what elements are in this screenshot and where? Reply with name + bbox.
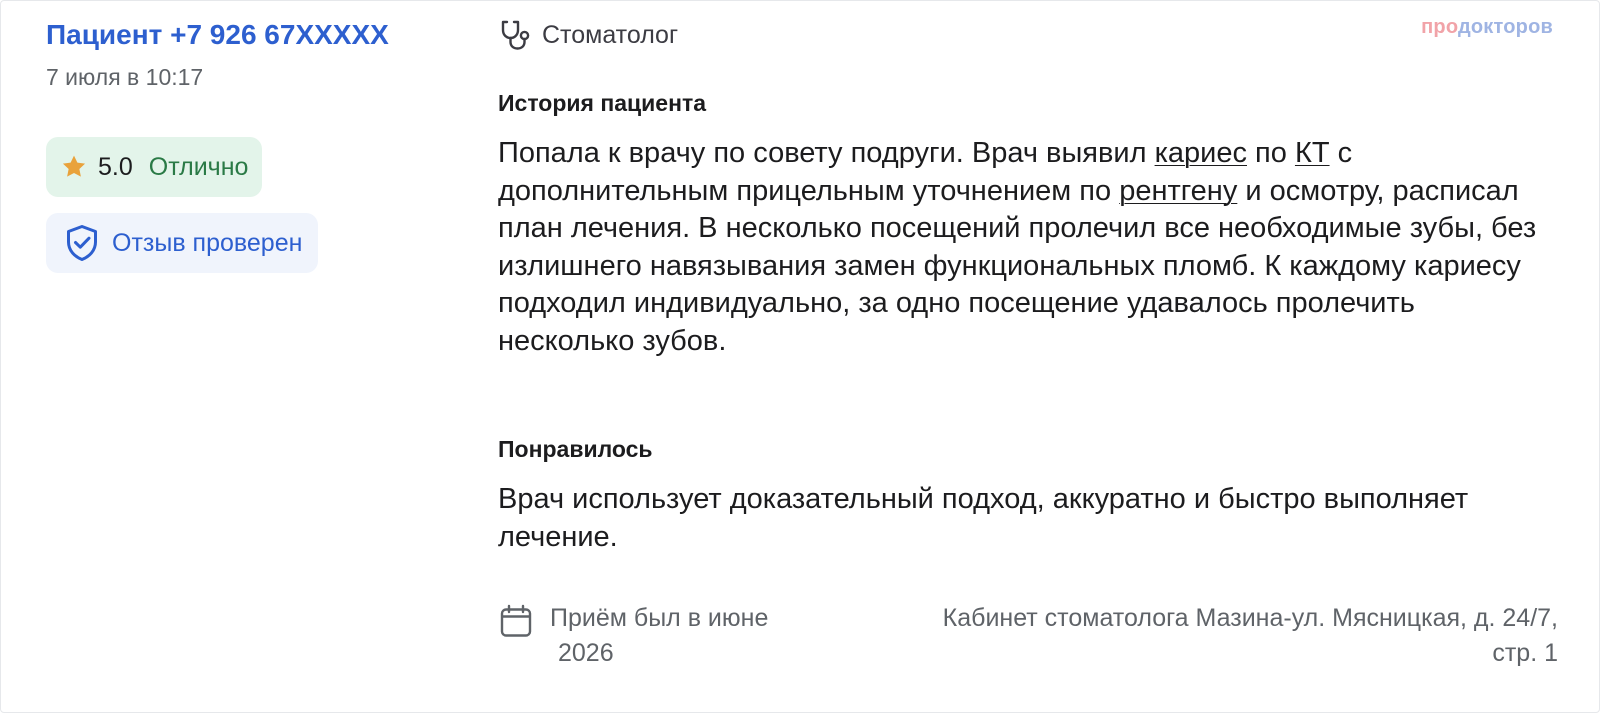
liked-title: Понравилось xyxy=(498,436,653,462)
visit-date-line1: Приём был в июне xyxy=(550,604,769,632)
shield-check-icon xyxy=(62,223,102,263)
history-title: История пациента xyxy=(498,90,707,116)
visit-info: Приём был в июне 2026 xyxy=(498,601,810,671)
term-link-ct[interactable]: КТ xyxy=(1295,137,1330,169)
stethoscope-icon xyxy=(498,18,532,52)
clinic-link[interactable]: Кабинет стоматолога Мазина-ул. Мясницкая… xyxy=(918,601,1558,671)
history-text: Попала к врачу по совету подруги. Врач в… xyxy=(498,135,1558,360)
specialty-label[interactable]: Стоматолог xyxy=(542,21,678,50)
review-date: 7 июля в 10:17 xyxy=(46,64,204,90)
term-link-caries[interactable]: кариес xyxy=(1155,137,1247,169)
verified-label: Отзыв проверен xyxy=(112,229,303,257)
term-link-xray[interactable]: рентгену xyxy=(1119,175,1237,207)
calendar-icon xyxy=(498,603,534,639)
history-text-part: Попала к врачу по совету подруги. Врач в… xyxy=(498,137,1155,169)
star-icon xyxy=(60,153,88,181)
liked-text: Врач использует доказательный подход, ак… xyxy=(498,483,1469,553)
rating-value: 5.0 xyxy=(98,153,133,181)
visit-date-line2: 2026 xyxy=(558,639,614,667)
visit-date: Приём был в июне 2026 xyxy=(550,601,810,671)
review-author-column: Пациент +7 926 67XXXXX 7 июля в 10:17 5.… xyxy=(46,15,446,273)
history-text-part: по xyxy=(1247,137,1295,169)
rating-label: Отлично xyxy=(148,153,249,181)
review-card: Пациент +7 926 67XXXXX 7 июля в 10:17 5.… xyxy=(0,0,1600,713)
verified-badge[interactable]: Отзыв проверен xyxy=(46,213,319,273)
rating-badge: 5.0 Отлично xyxy=(46,137,263,197)
patient-name[interactable]: Пациент +7 926 67XXXXX xyxy=(46,15,446,55)
specialty-row: Стоматолог xyxy=(498,15,1558,55)
review-content-column: Стоматолог История пациента Попала к вра… xyxy=(498,15,1558,668)
